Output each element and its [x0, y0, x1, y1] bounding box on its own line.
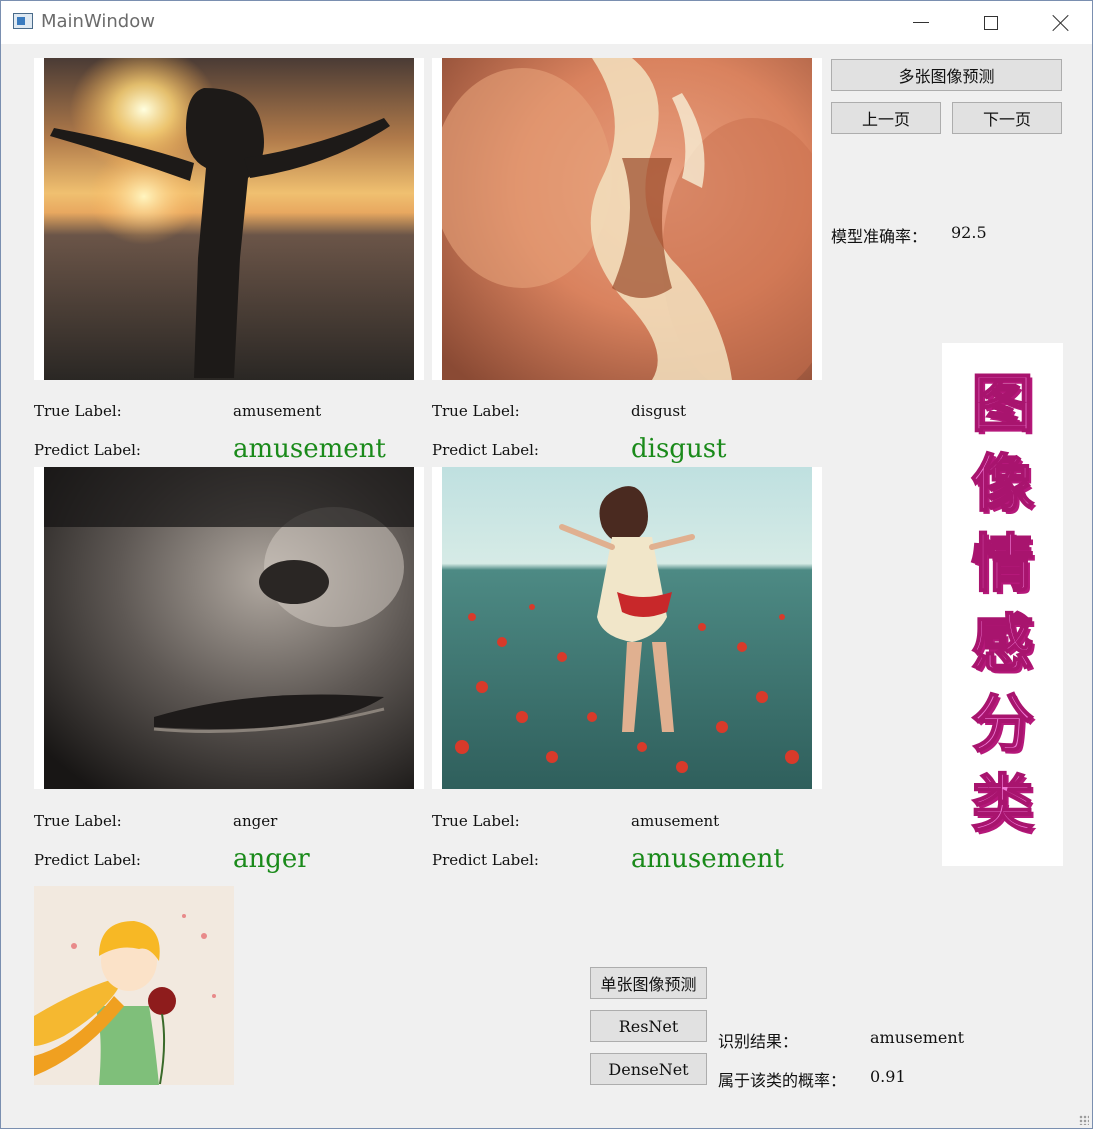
banner-char-6: 类: [970, 767, 1034, 840]
anger-photo: [44, 467, 414, 789]
true-label-value-3: anger: [233, 812, 278, 830]
banner-char-2: 像: [970, 447, 1034, 520]
minimize-icon: [913, 22, 929, 23]
window-title: MainWindow: [41, 11, 155, 32]
predict-label-value-3: anger: [233, 844, 310, 874]
resize-grip[interactable]: [1079, 1115, 1089, 1125]
true-label-value-1: amusement: [233, 402, 322, 420]
poppy-field-photo: [442, 467, 812, 789]
banner-char-3: 情: [970, 527, 1034, 600]
true-label-caption-4: True Label:: [432, 812, 520, 830]
true-label-value-4: amusement: [631, 812, 720, 830]
maximize-button[interactable]: [961, 1, 1021, 44]
true-label-caption-1: True Label:: [34, 402, 122, 420]
banner-char-4: 感: [970, 607, 1034, 680]
accuracy-caption: 模型准确率：: [831, 227, 928, 246]
true-label-caption-2: True Label:: [432, 402, 520, 420]
single-image-preview: [34, 886, 234, 1085]
sunset-photo: [44, 58, 414, 380]
maximize-icon: [984, 15, 998, 30]
banner-char-5: 分: [970, 687, 1034, 760]
true-label-value-2: disgust: [631, 402, 687, 420]
minimize-button[interactable]: [891, 1, 951, 44]
result-caption: 识别结果：: [718, 1032, 799, 1051]
disgust-photo: [442, 58, 812, 380]
title-bar[interactable]: MainWindow: [1, 1, 1092, 44]
predict-label-caption-2: Predict Label:: [432, 441, 539, 459]
probability-value: 0.91: [870, 1067, 906, 1086]
grid-image-3: [34, 467, 424, 789]
predict-label-caption-3: Predict Label:: [34, 851, 141, 869]
predict-label-value-1: amusement: [233, 434, 386, 464]
probability-caption: 属于该类的概率：: [718, 1071, 847, 1090]
app-icon: [13, 13, 33, 29]
title-banner: 图 像 情 感 分 类: [942, 343, 1063, 866]
grid-image-2: [432, 58, 822, 380]
predict-label-value-4: amusement: [631, 844, 784, 874]
predict-label-caption-1: Predict Label:: [34, 441, 141, 459]
next-page-button[interactable]: 下一页: [952, 102, 1062, 134]
grid-image-4: [432, 467, 822, 789]
banner-char-1: 图: [970, 367, 1034, 440]
predict-label-caption-4: Predict Label:: [432, 851, 539, 869]
accuracy-value: 92.5: [951, 223, 987, 242]
true-label-caption-3: True Label:: [34, 812, 122, 830]
densenet-button[interactable]: DenseNet: [590, 1053, 707, 1085]
multi-image-predict-button[interactable]: 多张图像预测: [831, 59, 1062, 91]
resnet-button[interactable]: ResNet: [590, 1010, 707, 1042]
prev-page-button[interactable]: 上一页: [831, 102, 941, 134]
close-button[interactable]: [1031, 1, 1091, 44]
grid-image-1: [34, 58, 424, 380]
close-icon: [1052, 14, 1070, 32]
predict-label-value-2: disgust: [631, 434, 727, 464]
result-value: amusement: [870, 1028, 965, 1047]
single-image-predict-button[interactable]: 单张图像预测: [590, 967, 707, 999]
